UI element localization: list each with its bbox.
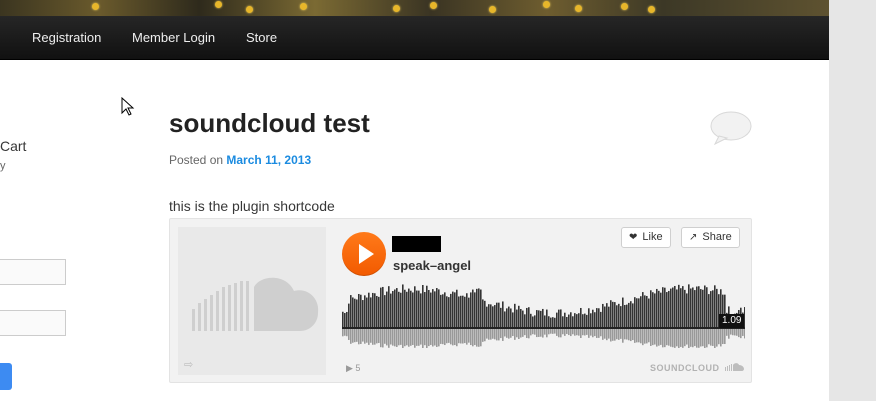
soundcloud-placeholder-icon xyxy=(192,277,319,331)
sidebar-username-input[interactable] xyxy=(0,259,66,285)
heart-icon: ❤ xyxy=(629,232,638,243)
track-artwork[interactable]: ⇨ xyxy=(178,227,326,375)
sidebar-password-input[interactable] xyxy=(0,310,66,336)
share-label: Share xyxy=(702,231,732,243)
sidebar-cart-sub: y xyxy=(0,160,6,172)
page: Registration Member Login Store Cart y s… xyxy=(0,0,829,401)
nav-item-registration[interactable]: Registration xyxy=(32,16,101,59)
sidebar-cart-link[interactable]: Cart xyxy=(0,138,26,154)
play-count-value: 5 xyxy=(355,363,361,373)
comment-bubble-icon[interactable] xyxy=(709,110,753,146)
nav-item-store[interactable]: Store xyxy=(246,16,277,59)
main-navigation: Registration Member Login Store xyxy=(0,16,829,60)
sidebar-submit-button[interactable] xyxy=(0,363,12,390)
play-button[interactable] xyxy=(342,232,386,276)
share-arrow-icon: ⇨ xyxy=(184,359,194,371)
elapsed-time: 1.09 xyxy=(719,314,745,328)
post-body-text: this is the plugin shortcode xyxy=(169,198,335,214)
soundcloud-logo-icon[interactable] xyxy=(725,362,745,372)
right-gutter xyxy=(829,0,876,401)
track-title[interactable]: speak–angel xyxy=(393,258,471,273)
like-button[interactable]: ❤ Like xyxy=(621,227,671,248)
soundcloud-player: ⇨ speak–angel ❤ Like ↗ Share 1.09 ▶ 5 SOUN… xyxy=(169,218,752,383)
soundcloud-brand-text[interactable]: SOUNDCLOUD xyxy=(650,363,720,373)
like-label: Like xyxy=(642,231,663,243)
play-count: ▶ 5 xyxy=(346,363,361,373)
share-icon: ↗ xyxy=(689,232,698,243)
header-banner-image xyxy=(0,0,829,16)
waveform[interactable] xyxy=(342,284,745,348)
redacted-username[interactable] xyxy=(392,236,441,252)
share-button[interactable]: ↗ Share xyxy=(681,227,740,248)
post-title[interactable]: soundcloud test xyxy=(169,108,370,139)
post-meta: Posted on March 11, 2013 xyxy=(169,153,311,167)
nav-item-member-login[interactable]: Member Login xyxy=(132,16,215,59)
post-date-link[interactable]: March 11, 2013 xyxy=(226,153,311,167)
mouse-cursor-icon xyxy=(121,97,135,116)
posted-on-label: Posted on xyxy=(169,153,224,167)
